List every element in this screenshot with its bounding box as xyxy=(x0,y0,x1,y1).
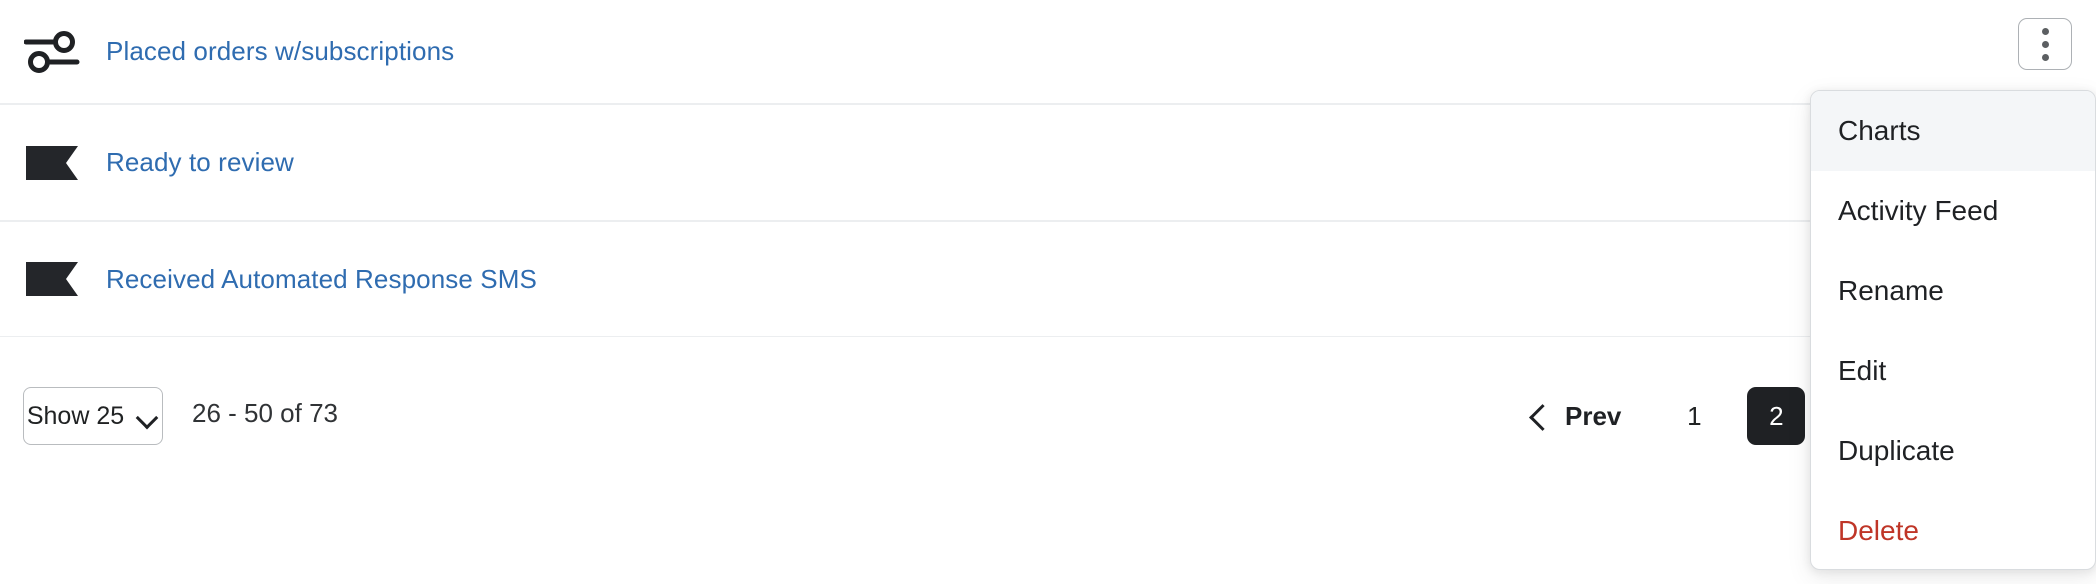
list-item[interactable]: Ready to review xyxy=(0,105,2096,220)
list-item-label[interactable]: Received Automated Response SMS xyxy=(106,264,537,295)
menu-item-charts[interactable]: Charts xyxy=(1811,91,2095,171)
overflow-menu-button[interactable] xyxy=(2018,18,2072,70)
page-size-select[interactable]: Show 25 xyxy=(23,387,163,445)
chevron-left-icon xyxy=(1529,401,1547,431)
menu-item-edit[interactable]: Edit xyxy=(1811,331,2095,411)
vertical-ellipsis-icon xyxy=(2041,40,2049,48)
segments-list-panel: Placed orders w/subscriptions Ready to r… xyxy=(0,0,2096,584)
flag-banner-icon xyxy=(24,256,80,302)
flag-banner-icon xyxy=(24,140,80,186)
chevron-down-icon xyxy=(137,410,159,423)
page-button-2[interactable]: 2 xyxy=(1747,387,1806,445)
page-size-label: Show 25 xyxy=(26,401,125,430)
menu-item-rename[interactable]: Rename xyxy=(1811,251,2095,331)
list-item-label[interactable]: Placed orders w/subscriptions xyxy=(106,36,454,67)
menu-item-activity-feed[interactable]: Activity Feed xyxy=(1811,171,2095,251)
list-item-label[interactable]: Ready to review xyxy=(106,147,294,178)
vertical-ellipsis-icon xyxy=(2041,27,2049,35)
pagination-controls: Prev 1 2 xyxy=(1529,387,1806,445)
menu-item-delete[interactable]: Delete xyxy=(1811,491,2095,569)
segment-filter-icon xyxy=(24,29,80,75)
page-button-1[interactable]: 1 xyxy=(1663,401,1725,432)
pagination-footer: Show 25 26 - 50 of 73 Prev 1 2 xyxy=(0,337,2096,584)
menu-item-duplicate[interactable]: Duplicate xyxy=(1811,411,2095,491)
list-item[interactable]: Placed orders w/subscriptions xyxy=(0,0,2096,103)
prev-page-label: Prev xyxy=(1565,400,1622,431)
list-item[interactable]: Received Automated Response SMS xyxy=(0,222,2096,336)
prev-page-button[interactable]: Prev xyxy=(1529,401,1635,432)
result-range-text: 26 - 50 of 73 xyxy=(192,398,338,428)
vertical-ellipsis-icon xyxy=(2041,53,2049,61)
overflow-dropdown-menu: Charts Activity Feed Rename Edit Duplica… xyxy=(1810,90,2096,570)
